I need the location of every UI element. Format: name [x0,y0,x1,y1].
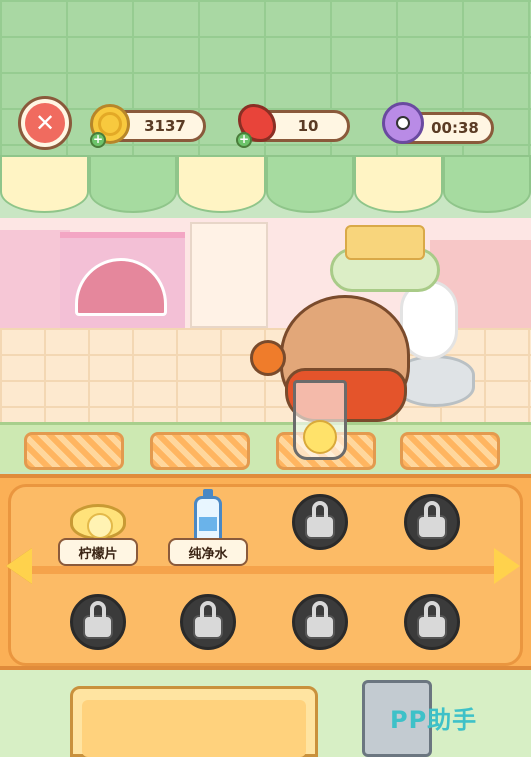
lemon-slice-icon [70,504,126,540]
lock-icon [305,501,335,539]
locked-ingredient-slot[interactable] [280,582,360,662]
chevron-left-icon [6,548,32,584]
lock-icon [193,601,223,639]
locked-ingredient-slot[interactable] [392,582,472,662]
tray-surface [82,700,306,757]
crown-icon [345,225,425,260]
lock-icon [417,601,447,639]
locked-ingredient-slot[interactable] [58,582,138,662]
order-slot[interactable] [150,432,250,470]
lock-icon [83,601,113,639]
basketball-icon [250,340,286,376]
ingredient-label: 柠檬片 [58,538,138,566]
add-energy-button[interactable]: + [236,132,252,148]
chevron-right-icon [494,548,520,584]
add-coins-button[interactable]: + [90,132,106,148]
close-icon: ✕ [25,103,65,143]
ingredient-label: 纯净水 [168,538,248,566]
locked-ingredient-slot[interactable] [392,482,472,562]
locked-ingredient-slot[interactable] [168,582,248,662]
order-slot[interactable] [24,432,124,470]
previous-page-button[interactable] [2,545,36,587]
close-button[interactable]: ✕ [18,96,72,150]
poster-board [190,222,268,328]
lock-icon [417,501,447,539]
locked-ingredient-slot[interactable] [280,482,360,562]
shop-awning [0,155,531,225]
order-slot[interactable] [400,432,500,470]
lock-icon [305,601,335,639]
next-page-button[interactable] [490,545,524,587]
coin-count: 3137 [144,117,186,135]
game-screen: ✕ 3137 + 10 + 00:38 柠檬片 纯净水 PP助手 [0,0,531,757]
shelf-divider [20,566,511,574]
bird-clock-icon [382,102,424,144]
timer-value: 00:38 [431,119,479,137]
energy-count: 10 [297,117,319,135]
lemon-slice-icon [303,420,337,454]
watermark-text: PP助手 [390,706,478,734]
